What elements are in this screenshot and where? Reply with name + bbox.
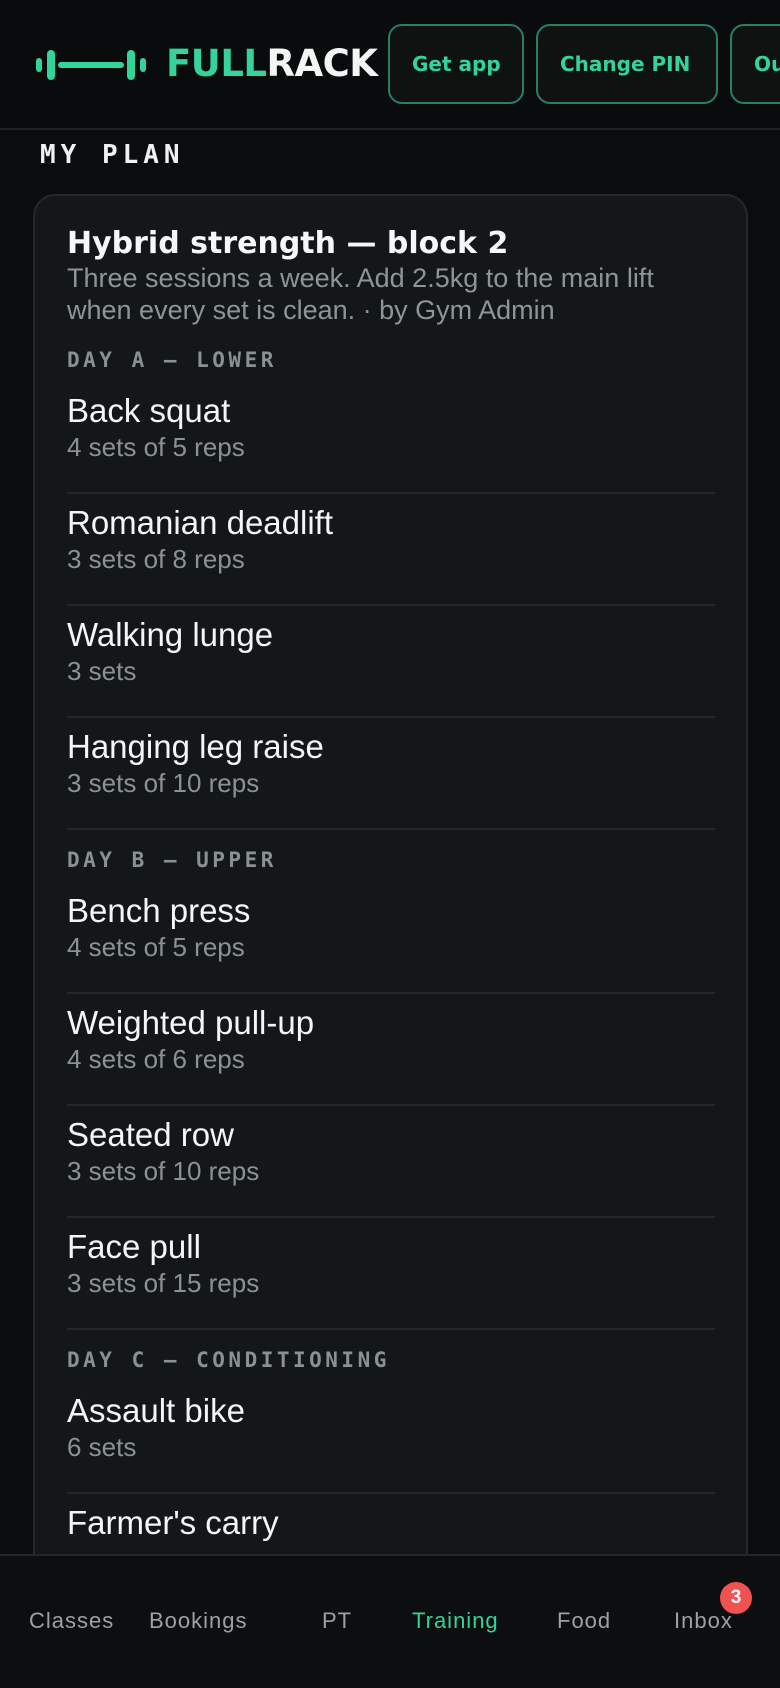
exercise-item[interactable]: Back squat 4 sets of 5 reps xyxy=(67,382,715,494)
exercise-name: Face pull xyxy=(67,1228,201,1265)
exercise-detail: 3 sets of 15 reps xyxy=(67,1268,260,1298)
exercise-name: Seated row xyxy=(67,1116,234,1153)
brand-part-1: FULL xyxy=(166,42,267,85)
nav-item-classes[interactable]: Classes xyxy=(29,1608,114,1634)
brand-part-2: RACK xyxy=(266,42,378,85)
change-pin-button[interactable]: Change PIN xyxy=(536,24,718,104)
brand-wordmark: FULLRACK xyxy=(166,40,378,88)
app-root: FULLRACK Get app Change PIN Ou MY PLAN H… xyxy=(0,0,780,1688)
exercise-name: Back squat xyxy=(67,392,231,429)
nav-item-inbox[interactable]: Inbox xyxy=(674,1608,733,1634)
nav-item-bookings[interactable]: Bookings xyxy=(149,1608,248,1634)
exercise-item[interactable]: Hanging leg raise 3 sets of 10 reps xyxy=(67,718,715,830)
barbell-icon xyxy=(36,44,146,86)
exercise-item[interactable]: Face pull 3 sets of 15 reps xyxy=(67,1218,715,1330)
exercise-name: Walking lunge xyxy=(67,616,274,653)
plan-description: Three sessions a week. Add 2.5kg to the … xyxy=(67,263,654,325)
plan-card: Hybrid strength — block 2 Three sessions… xyxy=(33,194,748,1614)
exercise-detail: 3 sets of 10 reps xyxy=(67,1156,260,1186)
out-button[interactable]: Ou xyxy=(730,24,780,104)
exercise-detail: 4 sets of 5 reps xyxy=(67,932,245,962)
exercise-name: Bench press xyxy=(67,892,251,929)
exercise-name: Weighted pull-up xyxy=(67,1004,315,1041)
exercise-item[interactable]: Romanian deadlift 3 sets of 8 reps xyxy=(67,494,715,606)
exercise-name: Romanian deadlift xyxy=(67,504,333,541)
bottom-nav: Classes Bookings PT Training Food Inbox xyxy=(0,1554,780,1688)
nav-item-food[interactable]: Food xyxy=(557,1608,611,1634)
day-label: DAY C — CONDITIONING xyxy=(67,1348,390,1372)
exercise-detail: 6 sets xyxy=(67,1432,137,1462)
exercise-name: Assault bike xyxy=(67,1392,245,1429)
exercise-item[interactable]: Assault bike 6 sets xyxy=(67,1382,715,1494)
exercise-item[interactable]: Bench press 4 sets of 5 reps xyxy=(67,882,715,994)
exercise-name: Farmer's carry xyxy=(67,1504,279,1541)
exercise-item[interactable]: Walking lunge 3 sets xyxy=(67,606,715,718)
exercise-detail: 3 sets of 10 reps xyxy=(67,768,260,798)
day-label: DAY B — UPPER xyxy=(67,848,277,872)
exercise-detail: 3 sets of 8 reps xyxy=(67,544,245,574)
get-app-button[interactable]: Get app xyxy=(388,24,524,104)
day-label: DAY A — LOWER xyxy=(67,348,277,372)
plan-title: Hybrid strength — block 2 xyxy=(67,226,509,261)
exercise-name: Hanging leg raise xyxy=(67,728,324,765)
exercise-detail: 4 sets of 6 reps xyxy=(67,1044,245,1074)
inbox-badge: 3 xyxy=(720,1582,752,1614)
exercise-item[interactable]: Seated row 3 sets of 10 reps xyxy=(67,1106,715,1218)
section-title: MY PLAN xyxy=(40,140,185,170)
exercise-detail: 3 sets xyxy=(67,656,137,686)
nav-item-training[interactable]: Training xyxy=(412,1608,499,1634)
top-header: FULLRACK Get app Change PIN Ou xyxy=(0,0,780,130)
nav-item-pt[interactable]: PT xyxy=(322,1608,352,1634)
exercise-detail: 4 sets of 5 reps xyxy=(67,432,245,462)
exercise-item[interactable]: Weighted pull-up 4 sets of 6 reps xyxy=(67,994,715,1106)
